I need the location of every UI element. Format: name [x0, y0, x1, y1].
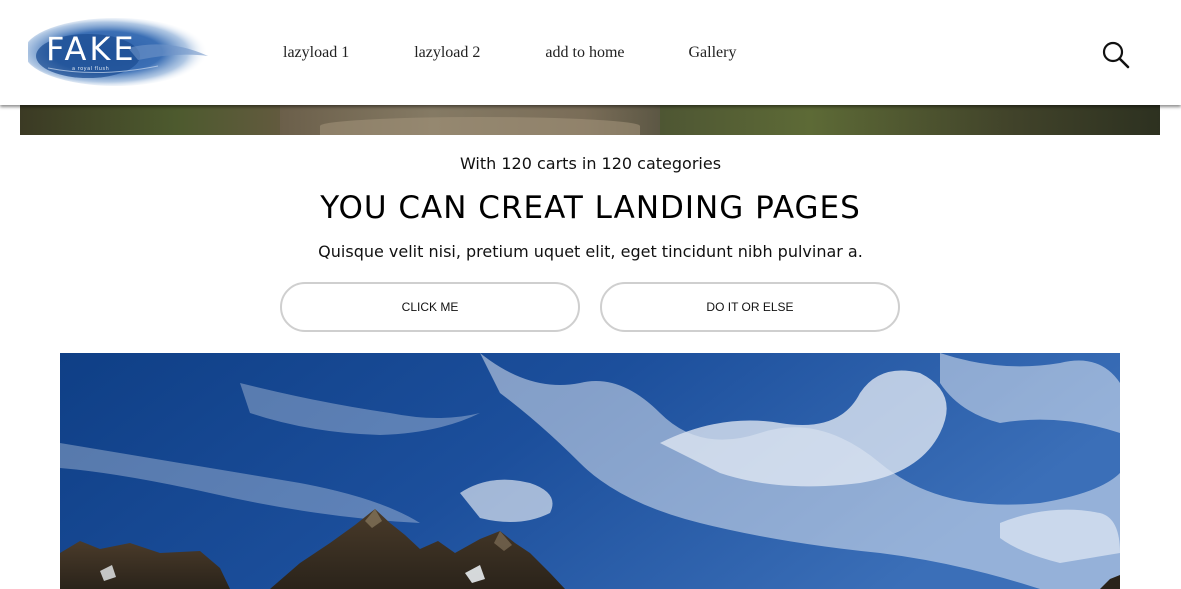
hero-subheading: With 120 carts in 120 categories: [459, 154, 722, 173]
nav-item-add-to-home[interactable]: add to home: [545, 44, 624, 62]
logo-text: FAKE: [46, 30, 137, 68]
page: FAKE a royal flush lazyload 1 lazyload 2…: [0, 0, 1181, 589]
nav-item-lazyload-2[interactable]: lazyload 2: [414, 44, 480, 62]
search-icon: [1102, 41, 1130, 69]
top-banner-image: [20, 105, 1160, 135]
logo-tagline: a royal flush: [72, 66, 110, 72]
main-nav: lazyload 1 lazyload 2 add to home Galler…: [283, 44, 736, 62]
mountain-image: [60, 353, 1120, 589]
site-header: FAKE a royal flush lazyload 1 lazyload 2…: [0, 0, 1181, 105]
logo[interactable]: FAKE a royal flush: [28, 8, 218, 94]
nav-item-gallery[interactable]: Gallery: [689, 44, 737, 62]
do-it-or-else-button[interactable]: DO IT OR ELSE: [600, 282, 900, 332]
nav-item-lazyload-1[interactable]: lazyload 1: [283, 44, 349, 62]
hero-lead: Quisque velit nisi, pretium uquet elit, …: [318, 242, 863, 261]
click-me-button[interactable]: CLICK ME: [280, 282, 580, 332]
hero-heading: YOU CAN CREAT LANDING PAGES: [320, 190, 861, 226]
search-button[interactable]: [1101, 40, 1131, 70]
